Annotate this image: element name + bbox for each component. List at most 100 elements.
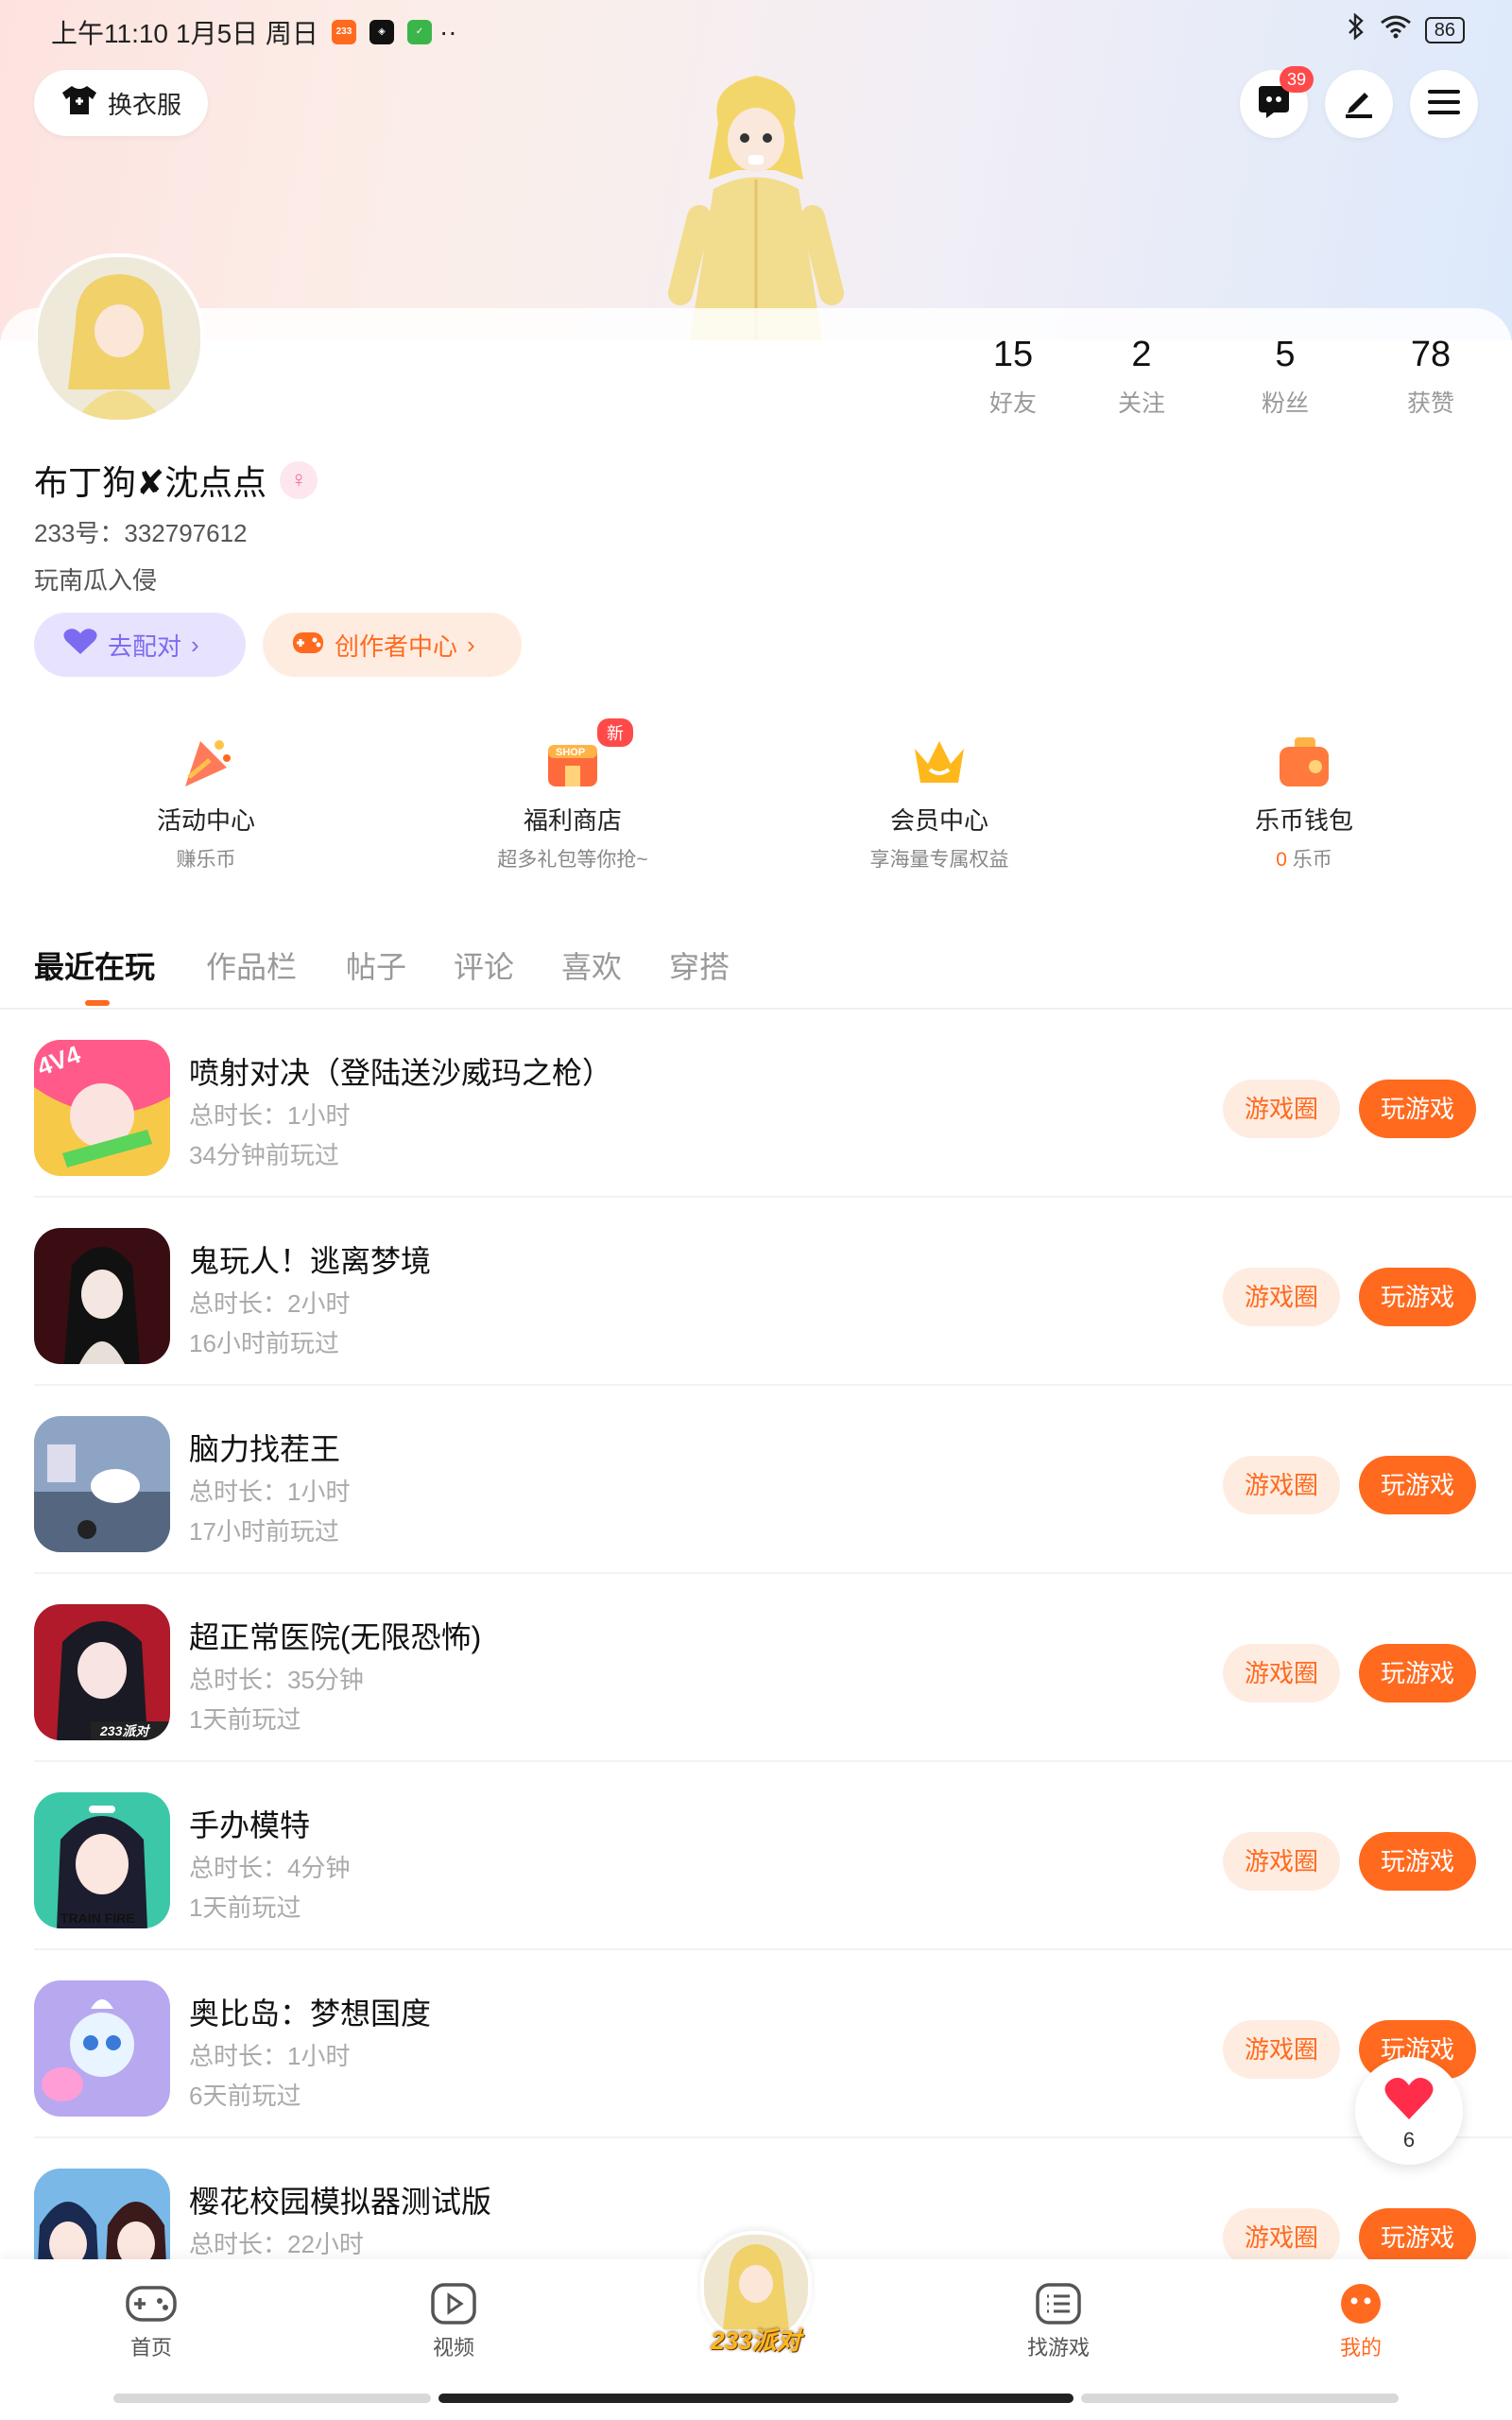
nav-video-label: 视频 [432,2336,474,2360]
service-subtitle: 超多礼包等你抢~ [497,849,648,871]
capcut-notification-icon: ◈ [369,20,394,44]
avatar-3d-figure[interactable] [662,57,850,340]
game-duration: 总时长：35分钟 [189,1666,364,1694]
list-item[interactable]: 4V4 喷射对决（登陆送沙威玛之枪） 总时长：1小时 34分钟前玩过 游戏圈 玩… [0,1010,1512,1198]
play-game-button[interactable]: 玩游戏 [1359,1644,1476,1703]
wechat-pay-notification-icon: ✓ [406,20,432,44]
game-title: 奥比岛：梦想国度 [189,1996,432,2031]
status-date: 1月5日 周日 [176,19,318,48]
list-item[interactable]: 鬼玩人！逃离梦境 总时长：2小时 16小时前玩过 游戏圈 玩游戏 [0,1198,1512,1386]
game-duration: 总时长：2小时 [189,1289,351,1318]
nav-find-games[interactable]: 找游戏 [1002,2282,1115,2361]
stat-likes[interactable]: 78 获赞 [1374,335,1487,419]
edit-profile-button[interactable] [1325,70,1393,138]
profile-uid[interactable]: 233号：332797612 [34,514,248,549]
tab-posts[interactable]: 帖子 [346,943,406,987]
stat-likes-label: 获赞 [1406,390,1454,417]
gamepad-nav-icon [94,2282,208,2325]
game-circle-button[interactable]: 游戏圈 [1223,1644,1340,1703]
game-thumbnail [34,1228,170,1364]
floating-like-button[interactable]: 6 [1355,2057,1463,2165]
change-outfit-button[interactable]: 换衣服 [34,70,208,136]
stat-friends[interactable]: 15 好友 [956,335,1070,419]
game-duration: 总时长：1小时 [189,1478,351,1506]
play-game-button[interactable]: 玩游戏 [1359,1080,1476,1138]
tab-outfits[interactable]: 穿搭 [669,943,730,987]
messages-button[interactable]: 39 [1240,66,1314,138]
service-vip-center[interactable]: 会员中心 享海量专属权益 [816,703,1062,873]
female-gender-icon: ♀ [280,461,318,499]
change-outfit-label: 换衣服 [107,90,181,119]
stat-friends-label: 好友 [988,390,1037,417]
list-item[interactable]: TRAIN FIRE 手办模特 总时长：4分钟 1天前玩过 游戏圈 玩游戏 [0,1762,1512,1950]
game-last-played: 34分钟前玩过 [189,1141,339,1169]
services-panel: 活动中心 赚乐币 SHOP 新 福利商店 超多礼包等你抢~ 会员中心 享海量专属… [17,703,1495,889]
stat-fans-value: 5 [1275,335,1296,374]
game-duration: 总时长：4分钟 [189,1854,351,1882]
tab-likes[interactable]: 喜欢 [561,943,622,987]
nav-home[interactable]: 首页 [94,2282,208,2361]
stat-fans-label: 粉丝 [1261,390,1309,417]
menu-button[interactable] [1410,70,1478,138]
like-count: 6 [1402,2128,1416,2152]
game-duration: 总时长：1小时 [189,2042,351,2070]
game-circle-button[interactable]: 游戏圈 [1223,1456,1340,1514]
status-time: 上午11:10 [51,19,168,48]
play-game-button[interactable]: 玩游戏 [1359,1456,1476,1514]
service-title: 活动中心 [156,806,255,835]
gesture-bar-right [1081,2394,1399,2403]
gesture-home-indicator[interactable] [438,2394,1074,2403]
heart-pair-icon [62,628,98,663]
user-avatar[interactable] [34,253,204,424]
creator-center-button[interactable]: 创作者中心 › [263,613,522,677]
game-circle-button[interactable]: 游戏圈 [1223,1080,1340,1138]
game-circle-button[interactable]: 游戏圈 [1223,2020,1340,2079]
stat-following-label: 关注 [1117,390,1165,417]
creator-center-label: 创作者中心 [335,631,458,661]
list-item[interactable]: 奥比岛：梦想国度 总时长：1小时 6天前玩过 游戏圈 玩游戏 [0,1950,1512,2138]
pencil-icon [1342,85,1376,124]
pair-label: 去配对 [108,631,182,661]
game-title: 手办模特 [189,1808,311,1842]
play-game-button[interactable]: 玩游戏 [1359,2208,1476,2267]
coin-balance: 0 [1276,849,1287,871]
thumb-text: TRAIN FIRE [60,1910,135,1926]
bluetooth-icon [1346,12,1366,46]
video-play-icon [397,2282,510,2325]
profile-name-row: 布丁狗✘沈点点 ♀ [34,456,318,505]
service-activity-center[interactable]: 活动中心 赚乐币 [83,703,329,873]
play-game-button[interactable]: 玩游戏 [1359,1832,1476,1891]
crown-icon [909,732,970,792]
tab-works[interactable]: 作品栏 [206,943,297,987]
game-circle-button[interactable]: 游戏圈 [1223,1268,1340,1326]
list-item[interactable]: 脑力找茬王 总时长：1小时 17小时前玩过 游戏圈 玩游戏 [0,1386,1512,1574]
pair-button[interactable]: 去配对 › [34,613,246,677]
nav-mine[interactable]: 我的 [1304,2282,1418,2361]
nav-video[interactable]: 视频 [397,2282,510,2361]
smiley-profile-icon [1304,2282,1418,2325]
stat-fans[interactable]: 5 粉丝 [1228,335,1342,419]
play-game-button[interactable]: 玩游戏 [1359,1268,1476,1326]
game-last-played: 17小时前玩过 [189,1517,339,1546]
chevron-right-icon: › [191,630,199,659]
tab-comments[interactable]: 评论 [454,943,514,987]
stat-friends-value: 15 [992,335,1034,374]
game-circle-button[interactable]: 游戏圈 [1223,2208,1340,2267]
game-circle-button[interactable]: 游戏圈 [1223,1832,1340,1891]
status-right: 86 [1346,12,1465,46]
stat-following[interactable]: 2 关注 [1085,335,1198,419]
game-thumbnail: 4V4 [34,1040,170,1176]
list-item[interactable]: 233派对 超正常医院(无限恐怖) 总时长：35分钟 1天前玩过 游戏圈 玩游戏 [0,1574,1512,1762]
service-subtitle: 赚乐币 [176,849,236,871]
profile-name: 布丁狗✘沈点点 [34,463,267,502]
game-duration: 总时长：22小时 [189,2230,364,2258]
service-welfare-shop[interactable]: SHOP 新 福利商店 超多礼包等你抢~ [450,703,696,873]
service-coin-wallet[interactable]: 乐币钱包 0 乐币 [1181,703,1427,873]
game-title: 樱花校园模拟器测试版 [189,2185,492,2219]
message-count-badge: 39 [1280,66,1314,93]
game-last-played: 1天前玩过 [189,1705,301,1734]
tab-recently-played[interactable]: 最近在玩 [34,943,155,987]
nav-party-center[interactable]: 233派对 [690,2231,822,2373]
gamepad-icon [291,628,325,663]
hamburger-menu-icon [1427,88,1461,121]
